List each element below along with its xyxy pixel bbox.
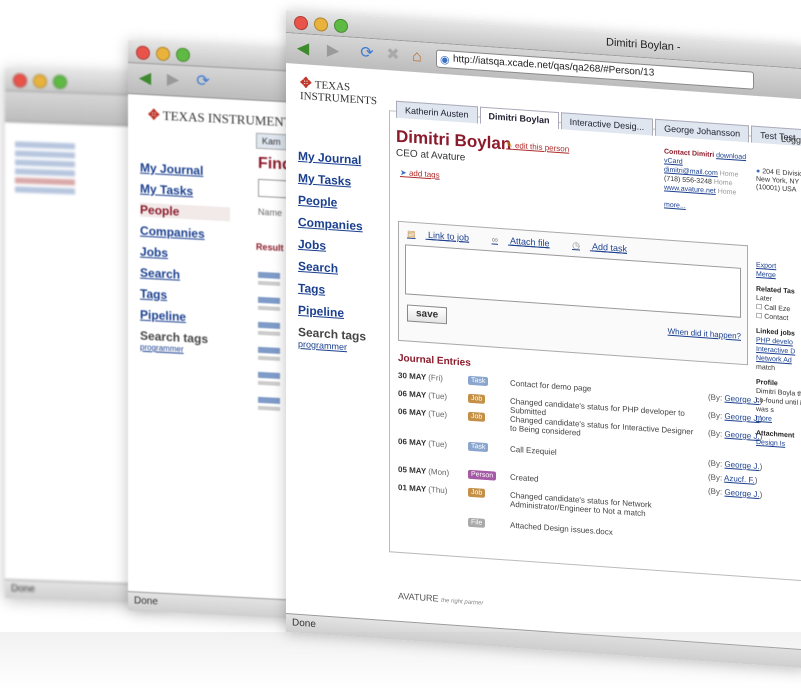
nav-search[interactable]: Search <box>298 259 383 279</box>
back-icon[interactable]: ◀ <box>292 39 314 59</box>
tag-icon: ➤ <box>400 167 407 178</box>
task-checkbox[interactable]: ☐ Contact <box>756 312 801 325</box>
stop-icon[interactable]: ✖ <box>382 46 404 66</box>
minimize-icon[interactable] <box>33 73 47 89</box>
home-icon[interactable]: ⌂ <box>406 47 428 67</box>
forward-icon[interactable]: ▶ <box>162 71 184 90</box>
nav-my-journal[interactable]: My Journal <box>140 161 230 180</box>
entry-type-badge: Task <box>468 441 489 453</box>
entry-author-link[interactable]: George J. <box>724 460 759 471</box>
nav-jobs[interactable]: Jobs <box>298 237 383 257</box>
paperclip-icon: ∞ <box>491 234 498 245</box>
merge-link[interactable]: Merge <box>756 270 801 283</box>
zoom-icon[interactable] <box>53 74 67 90</box>
journal-note-box: ▤ Link to job ∞ Attach file ◷ Add task s… <box>398 220 748 366</box>
nav-tags[interactable]: Tags <box>140 287 230 306</box>
name-label: Name <box>258 206 283 219</box>
zoom-icon[interactable] <box>176 47 190 63</box>
globe-icon: ◉ <box>440 53 450 67</box>
nav-tags[interactable]: Tags <box>298 281 383 301</box>
nav-my-tasks[interactable]: My Tasks <box>140 182 230 201</box>
entry-type-badge: Job <box>468 487 486 498</box>
back-icon[interactable]: ◀ <box>134 69 156 88</box>
window-title: Dimitri Boylan - <box>606 36 681 54</box>
logout-link[interactable]: Logg <box>781 134 801 145</box>
contact-box: Contact Dimitri download vCard dimitri@m… <box>664 148 747 210</box>
entry-type-badge: Person <box>468 469 497 481</box>
right-sidebar: Export Merge Related Tas Later ☐ Call Ez… <box>756 261 801 451</box>
briefcase-icon: ▤ <box>407 228 416 240</box>
zoom-icon[interactable] <box>334 18 348 34</box>
nav-people[interactable]: People <box>140 202 230 222</box>
page-content: ✥ Texas Instruments My Journal My Tasks P… <box>286 63 801 651</box>
attach-file-link[interactable]: ∞ Attach file <box>492 234 560 249</box>
note-textarea[interactable] <box>405 244 741 318</box>
map-icon: ● <box>756 167 761 176</box>
nav-companies[interactable]: Companies <box>140 224 230 243</box>
browser-window: Dimitri Boylan - ◀ ▶ ⟳ ✖ ⌂ ◉ http://iats… <box>286 10 801 669</box>
website-link[interactable]: www.avature.net <box>664 184 716 195</box>
entry-type-badge: Job <box>468 411 486 422</box>
ti-logo: ✥ TEXAS INSTRUMENTS <box>148 107 299 130</box>
nav-my-tasks[interactable]: My Tasks <box>298 171 383 191</box>
entry-author-link[interactable]: Azucf. F. <box>724 474 755 485</box>
nav-companies[interactable]: Companies <box>298 215 383 235</box>
url-text: http://iatsqa.xcade.net/qas/qa268/#Perso… <box>453 53 655 79</box>
entry-author-link[interactable]: George J. <box>724 430 759 441</box>
tab[interactable]: Kam <box>256 132 287 151</box>
link-to-job-link[interactable]: ▤ Link to job <box>407 228 479 243</box>
reflection <box>0 632 801 690</box>
entry-type-badge: File <box>468 517 486 528</box>
results-label: Result <box>256 241 284 254</box>
entry-author-link[interactable]: George J. <box>724 412 759 423</box>
results-list <box>258 262 280 423</box>
minimize-icon[interactable] <box>314 16 328 32</box>
nav-pipeline[interactable]: Pipeline <box>140 308 230 327</box>
entry-type-badge: Task <box>468 375 489 387</box>
contact-more-link[interactable]: more... <box>664 201 686 210</box>
reload-icon[interactable]: ⟳ <box>356 44 378 64</box>
nav-people[interactable]: People <box>298 193 383 213</box>
nav-search[interactable]: Search <box>140 266 230 285</box>
pencil-icon: ✎ <box>506 140 513 150</box>
match-text: match <box>756 363 776 373</box>
add-task-link[interactable]: ◷ Add task <box>572 240 637 255</box>
ti-logo: ✥ Texas Instruments <box>300 75 378 108</box>
close-icon[interactable] <box>13 73 27 88</box>
when-did-it-happen-link[interactable]: When did it happen? <box>668 327 741 341</box>
address-box: ● 204 E Divisio New York, NY (10001) USA <box>756 167 801 194</box>
save-button[interactable]: save <box>407 304 448 325</box>
nav-jobs[interactable]: Jobs <box>140 245 230 264</box>
ti-mark-icon: ✥ <box>148 108 160 124</box>
nav-my-journal[interactable]: My Journal <box>298 149 383 169</box>
left-nav: My Journal My Tasks People Companies Job… <box>140 161 230 357</box>
entry-type-badge: Job <box>468 393 486 404</box>
left-nav: My Journal My Tasks People Companies Job… <box>298 149 383 355</box>
entry-author-link[interactable]: George J. <box>724 394 759 405</box>
close-icon[interactable] <box>294 15 308 31</box>
sidebar <box>15 138 75 197</box>
clock-icon: ◷ <box>572 240 580 251</box>
reload-icon[interactable]: ⟳ <box>192 72 214 91</box>
profile-more-link[interactable]: more <box>756 414 801 427</box>
close-icon[interactable] <box>136 45 150 61</box>
forward-icon[interactable]: ▶ <box>322 42 344 62</box>
minimize-icon[interactable] <box>156 46 170 62</box>
footer-brand: AVATURE the right partner <box>398 590 484 607</box>
nav-pipeline[interactable]: Pipeline <box>298 303 383 323</box>
entry-author-link[interactable]: George J. <box>724 488 759 499</box>
